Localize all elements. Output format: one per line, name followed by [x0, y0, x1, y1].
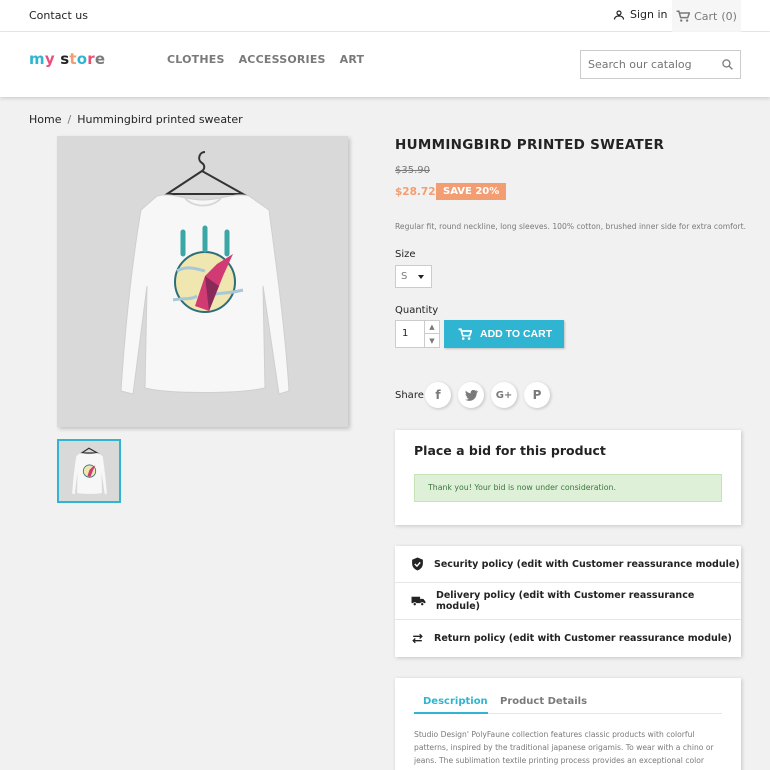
bid-title: Place a bid for this product [414, 443, 606, 458]
shopping-cart-icon [458, 327, 472, 340]
cart-label: Cart [694, 9, 718, 23]
regular-price: $35.90 [395, 165, 430, 176]
bid-panel: Place a bid for this product Thank you! … [395, 430, 741, 525]
pinterest-icon: P [532, 388, 542, 402]
security-policy-label: Security policy (edit with Customer reas… [434, 558, 740, 570]
chevron-up-icon[interactable]: ▲ [425, 321, 439, 334]
facebook-icon: f [435, 388, 441, 402]
logo-letter: o [76, 50, 88, 68]
bid-success-message: Thank you! Your bid is now under conside… [414, 474, 722, 502]
quantity-stepper[interactable]: 1 ▲ ▼ [395, 320, 440, 348]
shield-check-icon [412, 557, 423, 571]
swap-arrows-icon [412, 633, 423, 644]
delivery-policy-item[interactable]: Delivery policy (edit with Customer reas… [395, 583, 741, 620]
logo-letter: m [29, 50, 45, 68]
breadcrumb-home[interactable]: Home [29, 113, 61, 126]
shopping-cart-icon [676, 9, 691, 22]
tab-product-details[interactable]: Product Details [500, 696, 587, 707]
return-policy-item[interactable]: Return policy (edit with Customer reassu… [395, 620, 741, 657]
share-label: Share [395, 390, 424, 401]
product-tabs-panel: Description Product Details Studio Desig… [395, 678, 741, 770]
add-to-cart-button[interactable]: ADD TO CART [444, 320, 564, 348]
google-plus-share-button[interactable]: G+ [491, 382, 517, 408]
main-navigation: CLOTHES ACCESSORIES ART [167, 53, 364, 66]
twitter-share-button[interactable] [458, 382, 484, 408]
sweater-illustration [120, 151, 290, 395]
twitter-icon [464, 389, 478, 401]
quantity-label: Quantity [395, 305, 439, 316]
site-header: my store CLOTHES ACCESSORIES ART [0, 32, 770, 97]
search-icon[interactable] [721, 58, 734, 71]
quantity-spinner: ▲ ▼ [424, 321, 439, 347]
logo-letter: r [87, 50, 95, 68]
reassurance-block: Security policy (edit with Customer reas… [395, 546, 741, 657]
truck-icon [411, 596, 426, 607]
product-short-description: Regular fit, round neckline, long sleeve… [395, 222, 746, 231]
store-logo[interactable]: my store [29, 50, 105, 68]
active-tab-indicator [414, 712, 488, 714]
add-to-cart-label: ADD TO CART [480, 328, 553, 340]
sweater-thumbnail-illustration [72, 447, 107, 495]
search-box [580, 50, 741, 79]
breadcrumb-current: Hummingbird printed sweater [77, 113, 243, 126]
user-icon [613, 9, 625, 20]
nav-item-art[interactable]: ART [340, 53, 365, 66]
discount-badge: SAVE 20% [436, 183, 507, 200]
sign-in-label: Sign in [630, 8, 668, 21]
product-main-image[interactable] [57, 136, 348, 427]
logo-letter: y [44, 50, 55, 68]
tab-description[interactable]: Description [423, 696, 488, 707]
cart-button[interactable]: Cart (0) [672, 0, 741, 32]
product-description-text: Studio Design' PolyFaune collection feat… [414, 730, 714, 765]
product-title: HUMMINGBIRD PRINTED SWEATER [395, 137, 665, 153]
current-price: $28.72 [395, 186, 436, 198]
delivery-policy-label: Delivery policy (edit with Customer reas… [435, 590, 695, 612]
security-policy-item[interactable]: Security policy (edit with Customer reas… [395, 546, 741, 583]
product-thumbnail[interactable] [57, 439, 121, 503]
logo-letter: t [69, 50, 77, 68]
search-input[interactable] [581, 51, 716, 78]
contact-us-link[interactable]: Contact us [29, 9, 88, 22]
pinterest-share-button[interactable]: P [524, 382, 550, 408]
size-select[interactable]: S [395, 265, 432, 288]
size-selected-value: S [401, 271, 408, 282]
google-plus-icon: G+ [495, 389, 513, 401]
top-bar: Contact us Sign in Cart (0) [0, 0, 770, 32]
chevron-down-icon[interactable]: ▼ [425, 334, 439, 347]
nav-item-clothes[interactable]: CLOTHES [167, 53, 225, 66]
facebook-share-button[interactable]: f [425, 382, 451, 408]
breadcrumb-separator: / [67, 113, 72, 126]
size-label: Size [395, 249, 416, 260]
quantity-input[interactable]: 1 [402, 328, 408, 339]
return-policy-label: Return policy (edit with Customer reassu… [434, 633, 732, 644]
breadcrumb: Home / Hummingbird printed sweater [29, 113, 243, 126]
logo-letter: e [94, 50, 106, 68]
caret-down-icon [418, 275, 424, 279]
cart-count: (0) [721, 9, 737, 23]
nav-item-accessories[interactable]: ACCESSORIES [239, 53, 326, 66]
sign-in-link[interactable]: Sign in [613, 8, 668, 21]
